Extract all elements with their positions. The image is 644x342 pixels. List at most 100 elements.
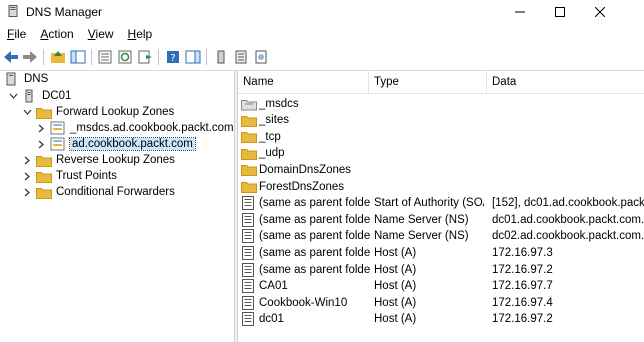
toolbar-separator <box>206 49 207 65</box>
record-name: (same as parent folder) <box>259 213 371 226</box>
record-name-cell: (same as parent folder) <box>241 245 371 260</box>
record-name: Cookbook-Win10 <box>259 296 348 309</box>
list-row[interactable]: _tcp <box>238 128 644 145</box>
server-icon <box>217 50 225 64</box>
record-name: DomainDnsZones <box>259 163 352 176</box>
close-button[interactable] <box>580 0 620 24</box>
tree-node-msdcs-zone[interactable]: _msdcs.ad.cookbook.packt.com <box>36 120 234 136</box>
menu-file[interactable]: File <box>0 24 33 44</box>
record-name-cell: (same as parent folder) <box>241 262 371 277</box>
records-button[interactable] <box>252 48 270 66</box>
list-row[interactable]: ForestDnsZones <box>238 178 644 195</box>
chevron-right-icon[interactable] <box>22 168 32 184</box>
record-data: dc01.ad.cookbook.packt.com. <box>492 213 644 226</box>
record-type: Host (A) <box>374 263 417 276</box>
chevron-right-icon[interactable] <box>22 152 32 168</box>
server-icon <box>22 89 38 103</box>
record-name: (same as parent folder) <box>259 263 371 276</box>
menu-view[interactable]: View <box>81 24 121 44</box>
record-name-cell: _udp <box>241 146 371 160</box>
chevron-down-icon[interactable] <box>22 104 32 120</box>
chevron-down-icon[interactable] <box>8 88 18 104</box>
tree-node-ad-zone[interactable]: ad.cookbook.packt.com <box>36 136 196 152</box>
properties-button[interactable] <box>96 48 114 66</box>
column-header-name[interactable]: Name <box>238 71 369 93</box>
record-name: _msdcs <box>259 97 299 110</box>
chevron-right-icon[interactable] <box>22 184 32 200</box>
tree-label-msdcs-zone: _msdcs.ad.cookbook.packt.com <box>70 122 234 134</box>
record-name-cell: ForestDnsZones <box>241 180 371 194</box>
record-name: _tcp <box>259 130 281 143</box>
record-type: Host (A) <box>374 246 417 259</box>
record-icon <box>241 262 257 277</box>
tree-node-trust-points[interactable]: Trust Points <box>22 168 117 184</box>
toolbar-separator <box>43 49 44 65</box>
record-name-cell: CA01 <box>241 279 371 294</box>
export-icon <box>138 50 152 64</box>
folder-icon <box>241 146 257 160</box>
folder-icon <box>36 169 52 183</box>
record-name-cell: DomainDnsZones <box>241 163 371 177</box>
record-icon <box>241 279 257 294</box>
menu-help[interactable]: Help <box>121 24 160 44</box>
tree-label-reverse-lookup-zones: Reverse Lookup Zones <box>56 154 175 166</box>
menu-action[interactable]: Action <box>33 24 80 44</box>
tree-node-reverse-lookup-zones[interactable]: Reverse Lookup Zones <box>22 152 175 168</box>
toolbar: ? <box>0 44 644 71</box>
folder-up-icon <box>51 51 65 63</box>
record-name: _sites <box>259 114 290 127</box>
dns-root-icon <box>4 72 20 86</box>
forward-button[interactable] <box>21 48 39 66</box>
list-row[interactable]: _msdcs <box>238 95 644 112</box>
zone-icon <box>50 121 66 135</box>
list-row[interactable]: (same as parent folder) Name Server (NS) d… <box>238 211 644 228</box>
tree-node-forward-lookup-zones[interactable]: Forward Lookup Zones <box>22 104 174 120</box>
console-tree-icon <box>70 50 86 64</box>
tree-node-conditional-forwarders[interactable]: Conditional Forwarders <box>22 184 175 200</box>
list-row[interactable]: dc01 Host (A) 172.16.97.2 <box>238 311 644 328</box>
column-header-data[interactable]: Data <box>487 71 644 93</box>
back-arrow-icon <box>4 51 18 63</box>
menu-bar: File Action View Help <box>0 24 644 44</box>
up-one-level-button[interactable] <box>49 48 67 66</box>
server-button[interactable] <box>212 48 230 66</box>
list-row[interactable]: _udp <box>238 145 644 162</box>
column-header-type[interactable]: Type <box>369 71 487 93</box>
menu-help-mnemonic: H <box>127 27 137 41</box>
list-row[interactable]: CA01 Host (A) 172.16.97.7 <box>238 278 644 295</box>
help-button[interactable]: ? <box>164 48 182 66</box>
record-name: (same as parent folder) <box>259 197 371 210</box>
folder-icon <box>36 185 52 199</box>
record-data: 172.16.97.4 <box>492 296 553 309</box>
action-pane-icon <box>185 50 201 64</box>
record-type: Name Server (NS) <box>374 213 469 226</box>
list-row[interactable]: Cookbook-Win10 Host (A) 172.16.97.4 <box>238 294 644 311</box>
record-name: CA01 <box>259 280 288 293</box>
dns-app-icon <box>8 5 18 17</box>
export-list-button[interactable] <box>136 48 154 66</box>
record-type: Host (A) <box>374 313 417 326</box>
list-row[interactable]: (same as parent folder) Name Server (NS) d… <box>238 228 644 245</box>
chevron-right-icon[interactable] <box>36 120 46 136</box>
list-row[interactable]: DomainDnsZones <box>238 161 644 178</box>
list-row[interactable]: (same as parent folder) Host (A) 172.16.97… <box>238 261 644 278</box>
chevron-right-icon[interactable] <box>36 136 46 152</box>
minimize-button[interactable] <box>500 0 540 24</box>
list-header: Name Type Data <box>238 71 644 94</box>
refresh-button[interactable] <box>116 48 134 66</box>
list-row[interactable]: (same as parent folder) Start of Authorit… <box>238 195 644 212</box>
tree-node-dc01[interactable]: DC01 <box>8 88 71 104</box>
zone-list-button[interactable] <box>232 48 250 66</box>
show-action-pane-button[interactable] <box>184 48 202 66</box>
back-button[interactable] <box>2 48 20 66</box>
record-name-cell: _sites <box>241 113 371 127</box>
console-tree: DNS DC01 Forward Lookup Zones _msdcs.ad.… <box>0 71 234 342</box>
show-hide-console-tree-button[interactable] <box>69 48 87 66</box>
list-row[interactable]: _sites <box>238 112 644 129</box>
record-name: (same as parent folder) <box>259 246 371 259</box>
tree-node-dns[interactable]: DNS <box>4 71 48 87</box>
properties-icon <box>98 50 112 64</box>
window-title: DNS Manager <box>26 5 103 19</box>
list-row[interactable]: (same as parent folder) Host (A) 172.16.97… <box>238 244 644 261</box>
maximize-button[interactable] <box>540 0 580 24</box>
